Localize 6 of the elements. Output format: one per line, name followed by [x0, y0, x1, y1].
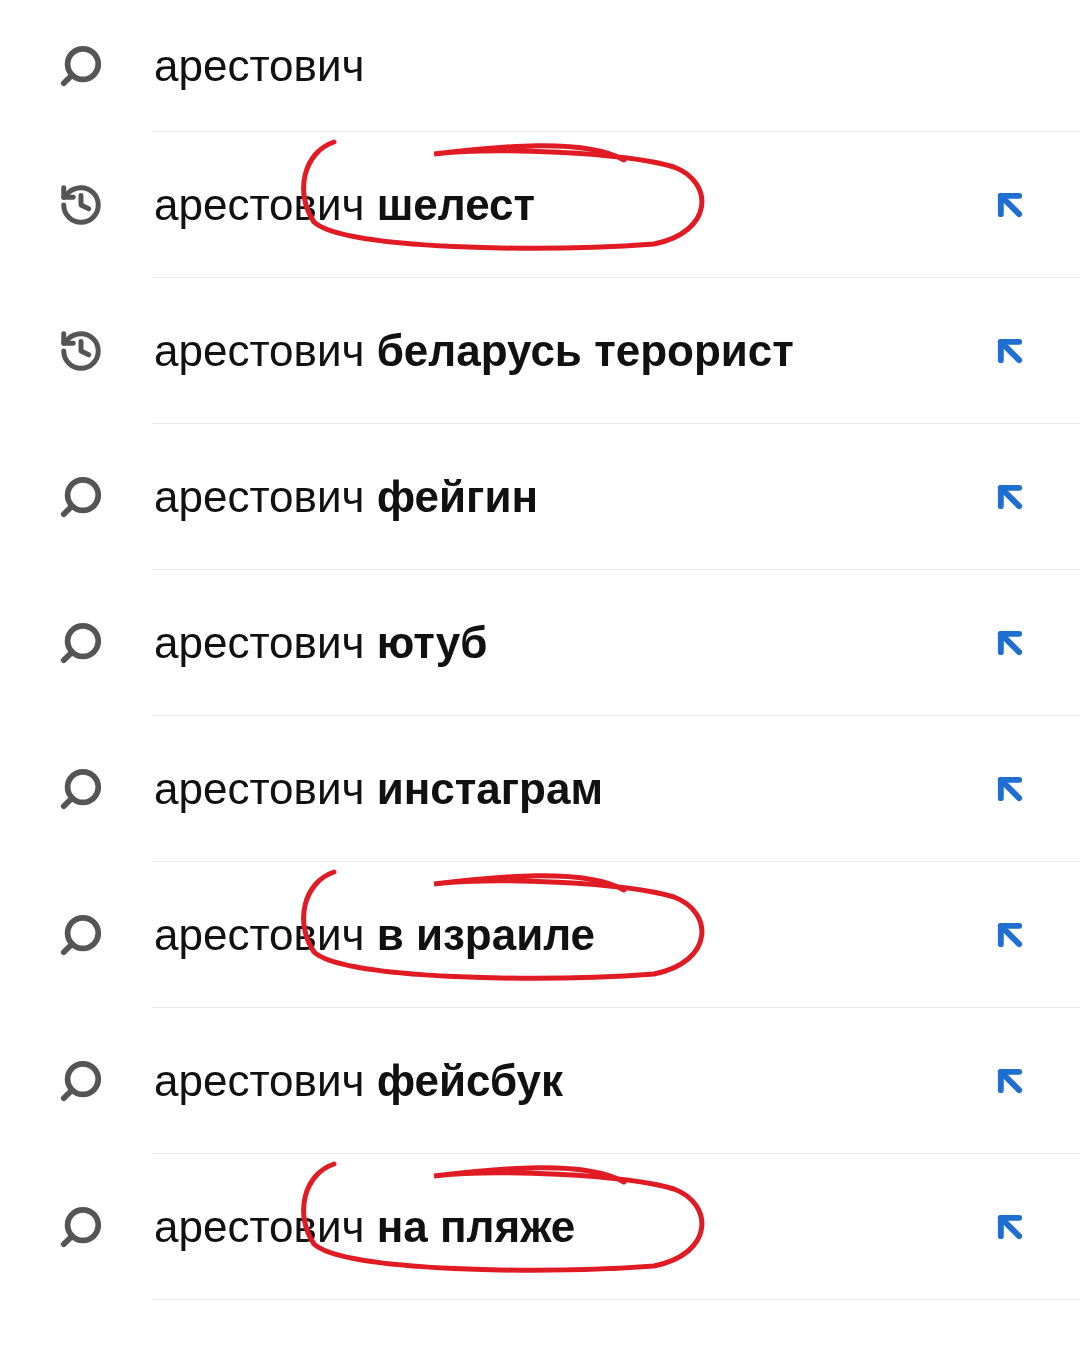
suggestion-text[interactable]: арестович инстаграм	[154, 763, 603, 813]
suggestion-text[interactable]: арестович фейгин	[154, 471, 539, 521]
suggestion-text[interactable]: арестович ютуб	[154, 617, 488, 667]
suggestion-text[interactable]: арестович фейсбук	[154, 1055, 564, 1105]
search-query[interactable]: арестович	[154, 32, 365, 99]
suggestion-text[interactable]: арестович беларусь терорист	[154, 325, 794, 375]
